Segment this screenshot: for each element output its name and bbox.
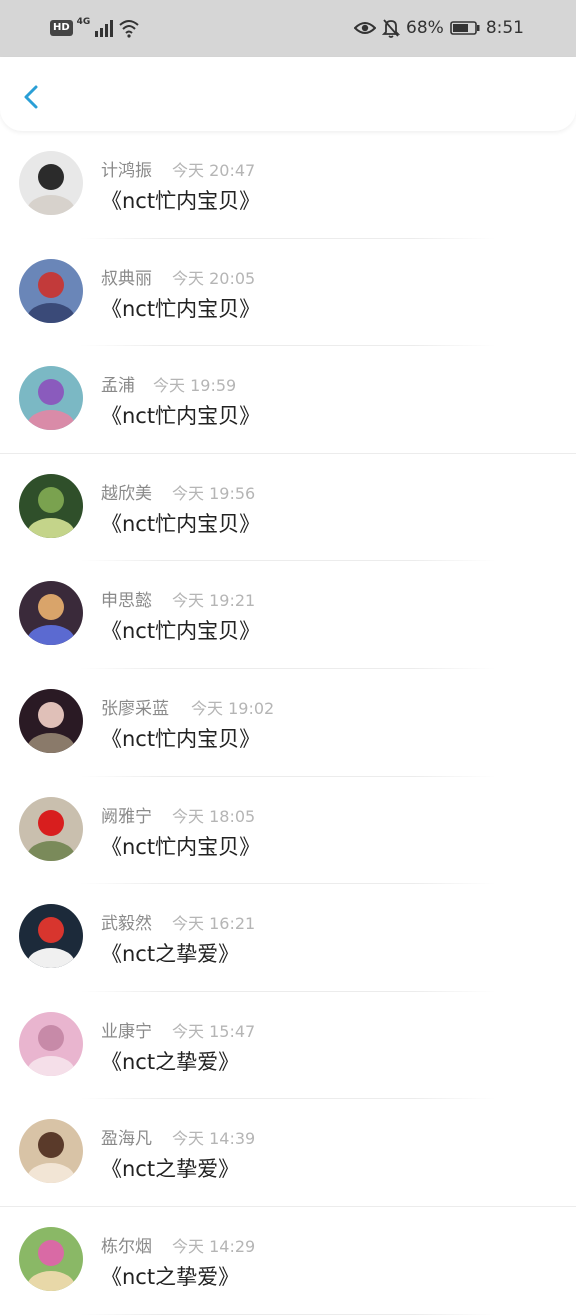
comment-list: 计鸿振 今天 20:47 《nct忙内宝贝》 叔典丽 今天 20:05 《nct忙内宝贝》… xyxy=(0,131,576,1315)
avatar[interactable] xyxy=(19,1119,83,1184)
commenter-name: 栋尔烟 xyxy=(101,1236,152,1257)
comment-time: 今天 14:29 xyxy=(172,1236,256,1256)
list-item[interactable]: 阙雅宁 今天 18:05 《nct忙内宝贝》 xyxy=(0,777,576,885)
chevron-left-icon xyxy=(24,85,38,109)
avatar[interactable] xyxy=(19,1226,83,1291)
list-item[interactable]: 盈海凡 今天 14:39 《nct之挚爱》 xyxy=(0,1099,576,1207)
list-item[interactable]: 张廖采蓝 今天 19:02 《nct忙内宝贝》 xyxy=(0,669,576,777)
status-right: 68% 8:51 xyxy=(354,16,524,40)
book-title[interactable]: 《nct忙内宝贝》 xyxy=(101,831,260,861)
comment-time: 今天 20:47 xyxy=(172,161,256,180)
book-title[interactable]: 《nct忙内宝贝》 xyxy=(101,508,260,538)
commenter-name: 叔典丽 xyxy=(101,268,152,289)
commenter-name: 阙雅宁 xyxy=(101,806,152,827)
book-title[interactable]: 《nct忙内宝贝》 xyxy=(101,723,260,753)
back-button[interactable] xyxy=(14,79,50,115)
book-title[interactable]: 《nct之挚爱》 xyxy=(101,1046,239,1076)
signal-icon xyxy=(95,20,114,37)
commenter-name: 越欣美 xyxy=(101,483,152,504)
comment-time: 今天 19:56 xyxy=(172,483,256,503)
network-type: 4G xyxy=(76,17,91,27)
avatar[interactable] xyxy=(19,151,83,215)
book-title[interactable]: 《nct之挚爱》 xyxy=(101,1261,239,1291)
commenter-name: 申思懿 xyxy=(101,591,152,612)
status-bar: HD 4G 68% 8:51 xyxy=(0,0,576,57)
nav-bar xyxy=(0,57,576,131)
avatar[interactable] xyxy=(19,904,83,969)
list-item[interactable]: 业康宁 今天 15:47 《nct之挚爱》 xyxy=(0,992,576,1100)
list-item[interactable]: 孟浦 今天 19:59 《nct忙内宝贝》 xyxy=(0,346,576,454)
list-item[interactable]: 栋尔烟 今天 14:29 《nct之挚爱》 xyxy=(0,1207,576,1315)
hd-badge: HD xyxy=(50,20,73,36)
commenter-name: 武毅然 xyxy=(101,914,152,935)
commenter-name: 孟浦 xyxy=(101,376,135,397)
book-title[interactable]: 《nct忙内宝贝》 xyxy=(101,615,260,645)
list-item[interactable]: 越欣美 今天 19:56 《nct忙内宝贝》 xyxy=(0,454,576,562)
list-item[interactable]: 武毅然 今天 16:21 《nct之挚爱》 xyxy=(0,884,576,992)
avatar[interactable] xyxy=(19,473,83,538)
comment-time: 今天 20:05 xyxy=(172,268,256,288)
comment-time: 今天 19:21 xyxy=(172,591,256,611)
wifi-icon xyxy=(119,20,139,38)
battery-icon xyxy=(450,21,480,35)
book-title[interactable]: 《nct之挚爱》 xyxy=(101,1153,239,1183)
comment-time: 今天 19:02 xyxy=(191,698,275,718)
book-title[interactable]: 《nct忙内宝贝》 xyxy=(101,293,260,323)
avatar[interactable] xyxy=(19,688,83,753)
list-item[interactable]: 申思懿 今天 19:21 《nct忙内宝贝》 xyxy=(0,561,576,669)
eye-icon xyxy=(354,22,377,34)
clock: 8:51 xyxy=(485,18,524,38)
list-item[interactable]: 计鸿振 今天 20:47 《nct忙内宝贝》 xyxy=(0,131,576,239)
book-title[interactable]: 《nct之挚爱》 xyxy=(101,938,239,968)
commenter-name: 计鸿振 xyxy=(101,161,152,181)
commenter-name: 张廖采蓝 xyxy=(101,698,169,719)
divider xyxy=(80,1313,496,1315)
avatar[interactable] xyxy=(19,366,83,431)
comment-time: 今天 18:05 xyxy=(172,806,256,826)
comment-time: 今天 19:59 xyxy=(153,376,237,396)
comment-time: 今天 16:21 xyxy=(172,914,256,934)
book-title[interactable]: 《nct忙内宝贝》 xyxy=(101,400,260,430)
list-item[interactable]: 叔典丽 今天 20:05 《nct忙内宝贝》 xyxy=(0,239,576,347)
battery-percent: 68% xyxy=(406,18,444,38)
avatar[interactable] xyxy=(19,796,83,861)
commenter-name: 业康宁 xyxy=(101,1021,152,1042)
status-left: HD 4G xyxy=(50,16,140,40)
avatar[interactable] xyxy=(19,581,83,646)
avatar[interactable] xyxy=(19,1011,83,1076)
commenter-name: 盈海凡 xyxy=(101,1129,152,1150)
book-title[interactable]: 《nct忙内宝贝》 xyxy=(101,185,260,215)
avatar[interactable] xyxy=(19,258,83,323)
bell-off-icon xyxy=(382,19,401,38)
comment-time: 今天 14:39 xyxy=(172,1129,256,1149)
comment-time: 今天 15:47 xyxy=(172,1021,256,1041)
